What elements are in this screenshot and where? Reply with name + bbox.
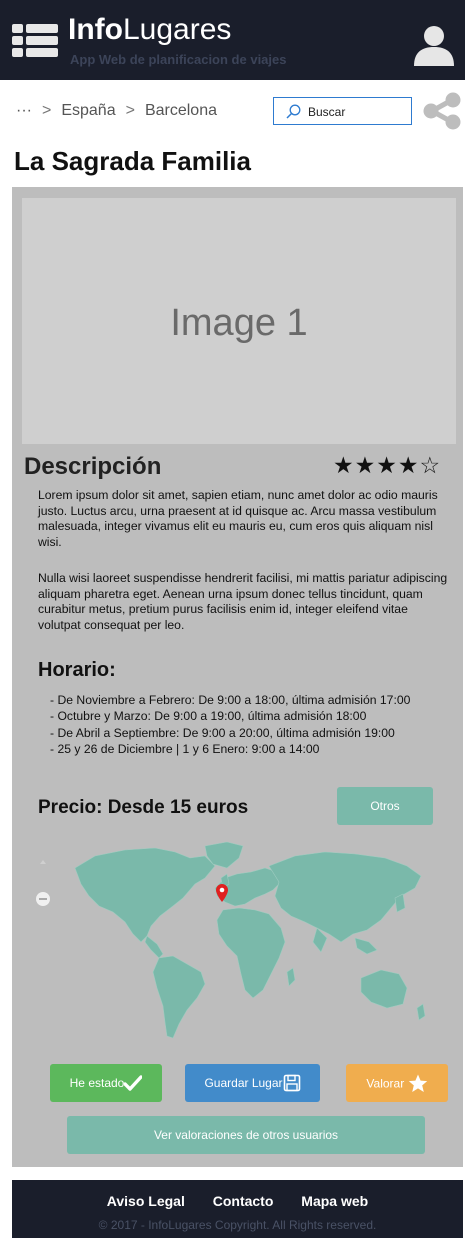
footer-link-contacto[interactable]: Contacto — [213, 1193, 274, 1209]
search-box — [273, 97, 412, 125]
description-heading: Descripción — [24, 453, 162, 480]
description-paragraph: Nulla wisi laoreet suspendisse hendrerit… — [38, 571, 448, 632]
search-input[interactable] — [308, 101, 408, 123]
footer-link-mapa-web[interactable]: Mapa web — [301, 1193, 368, 1209]
page-title: La Sagrada Familia — [14, 146, 251, 176]
location-pin-icon[interactable] — [216, 884, 228, 902]
he-estado-label: He estado — [69, 1076, 125, 1090]
horario-item: - De Noviembre a Febrero: De 9:00 a 18:0… — [50, 693, 411, 707]
brand-bold: Info — [68, 13, 123, 46]
brand-logo[interactable]: InfoLugares — [68, 14, 231, 46]
rating-stars[interactable]: ★★★★☆ — [333, 453, 441, 479]
footer: Aviso Legal Contacto Mapa web © 2017 - I… — [12, 1180, 463, 1238]
star-filled-icon[interactable]: ★ — [355, 453, 377, 479]
menu-icon[interactable] — [12, 24, 58, 58]
breadcrumb-item-barcelona[interactable]: Barcelona — [145, 102, 217, 119]
brand-tagline: App Web de planificacion de viajes — [70, 52, 287, 67]
share-icon[interactable] — [422, 92, 462, 130]
search-icon — [286, 104, 301, 119]
copyright: © 2017 - InfoLugares Copyright. All Righ… — [98, 1218, 377, 1232]
footer-links: Aviso Legal Contacto Mapa web — [12, 1193, 463, 1209]
checkmark-icon — [123, 1075, 144, 1091]
otros-button[interactable]: Otros — [337, 787, 433, 825]
breadcrumb-ellipsis[interactable]: ··· — [16, 102, 32, 119]
description-paragraph: Lorem ipsum dolor sit amet, sapien etiam… — [38, 488, 438, 549]
horario-item: - Octubre y Marzo: De 9:00 a 19:00, últi… — [50, 709, 367, 724]
star-icon — [408, 1074, 427, 1092]
valorar-label: Valorar — [366, 1076, 405, 1090]
horario-heading: Horario: — [38, 659, 116, 681]
guardar-lugar-label: Guardar Lugar — [204, 1076, 283, 1090]
star-filled-icon[interactable]: ★ — [376, 453, 398, 479]
minus-icon — [39, 898, 47, 900]
breadcrumb-separator: > — [41, 102, 52, 119]
brand-light: Lugares — [122, 13, 232, 46]
guardar-lugar-button[interactable]: Guardar Lugar — [185, 1064, 320, 1102]
place-image[interactable]: Image 1 — [22, 198, 456, 444]
image-placeholder-label: Image 1 — [170, 302, 308, 344]
breadcrumb: ··· > España > Barcelona — [16, 102, 217, 120]
price-label: Precio: Desde 15 euros — [38, 797, 249, 818]
world-map[interactable] — [55, 838, 435, 1050]
star-filled-icon[interactable]: ★ — [333, 453, 355, 479]
map-zoom-out-button[interactable] — [36, 892, 50, 906]
footer-link-aviso-legal[interactable]: Aviso Legal — [107, 1193, 185, 1209]
map-zoom-in-icon[interactable] — [39, 858, 47, 866]
breadcrumb-item-espana[interactable]: España — [61, 102, 115, 119]
horario-item: - 25 y 26 de Diciembre | 1 y 6 Enero: 9:… — [50, 742, 320, 757]
star-filled-icon[interactable]: ★ — [398, 453, 420, 479]
star-empty-icon[interactable]: ☆ — [420, 453, 442, 479]
horario-item: - De Abril a Septiembre: De 9:00 a 20:00… — [50, 725, 395, 740]
ver-valoraciones-button[interactable]: Ver valoraciones de otros usuarios — [67, 1116, 425, 1154]
otros-button-label: Otros — [370, 799, 400, 813]
ver-valoraciones-label: Ver valoraciones de otros usuarios — [153, 1128, 339, 1142]
user-icon[interactable] — [412, 24, 456, 66]
he-estado-button[interactable]: He estado — [50, 1064, 162, 1102]
horario-list: - De Noviembre a Febrero: De 9:00 a 18:0… — [50, 692, 410, 758]
app-header: InfoLugares App Web de planificacion de … — [0, 0, 465, 80]
breadcrumb-separator: > — [125, 102, 135, 119]
valorar-button[interactable]: Valorar — [346, 1064, 448, 1102]
save-icon — [283, 1074, 300, 1092]
